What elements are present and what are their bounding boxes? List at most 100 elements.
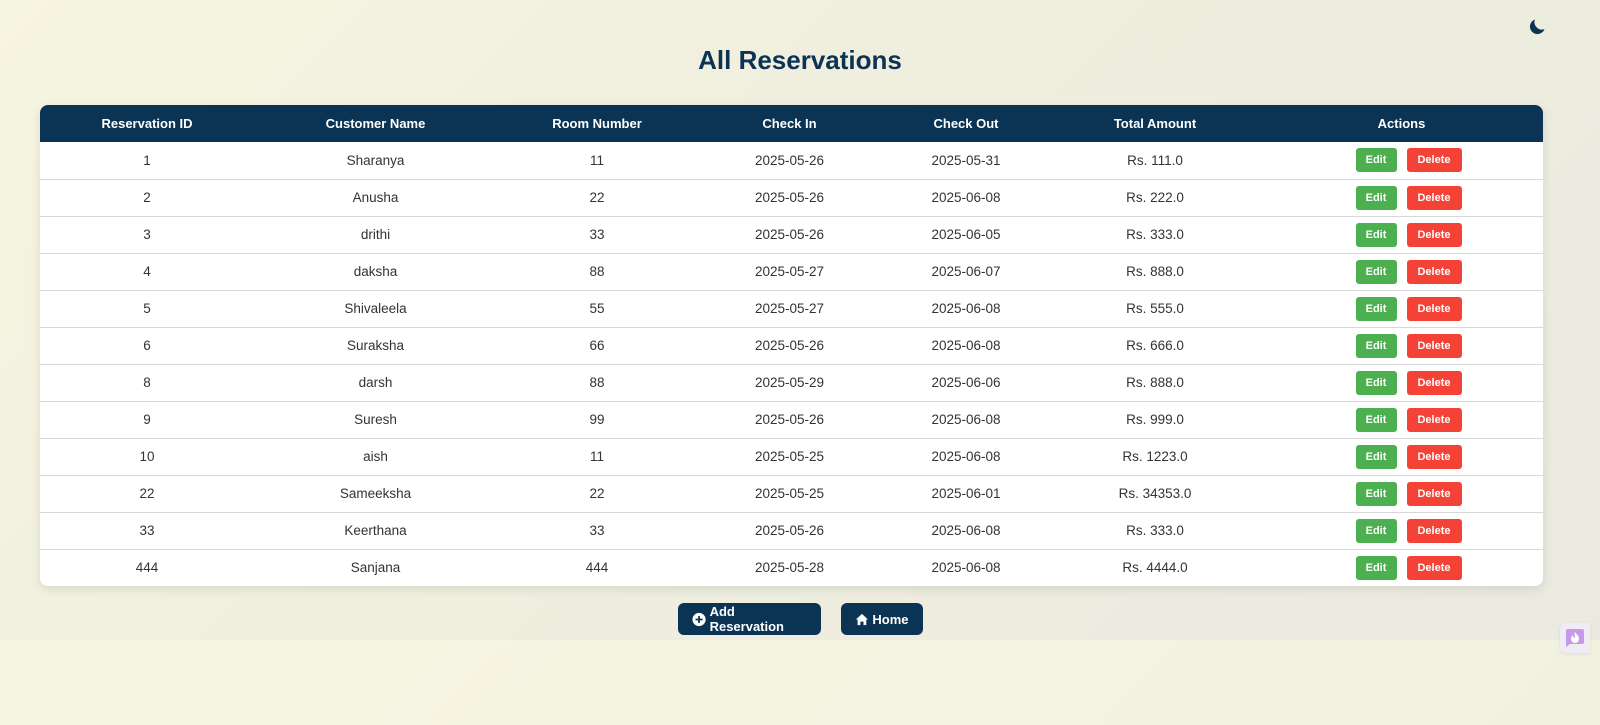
add-reservation-button[interactable]: Add Reservation <box>677 603 821 635</box>
cell-check-in: 2025-05-26 <box>697 400 882 438</box>
delete-button[interactable]: Delete <box>1406 148 1462 173</box>
cell-check-out: 2025-06-08 <box>882 437 1050 475</box>
edit-button[interactable]: Edit <box>1355 222 1397 247</box>
edit-button[interactable]: Edit <box>1355 518 1397 543</box>
cell-total-amount: Rs. 222.0 <box>1050 178 1260 216</box>
cell-reservation-id: 1 <box>143 152 151 168</box>
cell-reservation-id: 22 <box>40 474 254 512</box>
cell-check-in: 2025-05-27 <box>697 289 882 327</box>
reservations-table-card: Reservation ID Customer Name Room Number… <box>40 105 1543 586</box>
cell-room-number: 88 <box>497 252 697 290</box>
cell-total-amount: Rs. 666.0 <box>1050 326 1260 364</box>
cell-total-amount: Rs. 333.0 <box>1050 215 1260 253</box>
table-row: 33 Keerthana 33 2025-05-26 2025-06-08 Rs. 333… <box>40 511 1543 549</box>
cell-room-number: 22 <box>497 474 697 512</box>
cell-check-in: 2025-05-25 <box>697 474 882 512</box>
cell-reservation-id: 5 <box>40 289 254 327</box>
cell-reservation-id: 3 <box>40 215 254 253</box>
cell-actions: Edit Delete <box>1260 289 1543 327</box>
edit-button[interactable]: Edit <box>1355 148 1397 173</box>
table-row: 4 daksha 88 2025-05-27 2025-06-07 Rs. 888.0 Ed… <box>40 252 1543 290</box>
cell-total-amount: Rs. 999.0 <box>1050 400 1260 438</box>
edit-button[interactable]: Edit <box>1355 407 1397 432</box>
cell-total-amount: Rs. 1223.0 <box>1050 437 1260 475</box>
header-check-out: Check Out <box>933 116 999 131</box>
cell-room-number: 99 <box>497 400 697 438</box>
cell-check-in: 2025-05-26 <box>697 178 882 216</box>
edit-button[interactable]: Edit <box>1355 185 1397 210</box>
cell-check-in: 2025-05-26 <box>754 152 825 168</box>
cell-room-number: 88 <box>497 363 697 401</box>
edit-button[interactable]: Edit <box>1355 370 1397 395</box>
table-row: 10 aish 11 2025-05-25 2025-06-08 Rs. 1223.0 Ed… <box>40 437 1543 475</box>
cell-reservation-id: 2 <box>40 178 254 216</box>
cell-check-out: 2025-06-08 <box>882 326 1050 364</box>
cell-actions: Edit Delete <box>1260 548 1543 586</box>
cell-check-in: 2025-05-26 <box>697 511 882 549</box>
cell-room-number: 33 <box>497 511 697 549</box>
cell-customer-name: drithi <box>254 215 497 253</box>
edit-button[interactable]: Edit <box>1355 444 1397 469</box>
cell-actions: Edit Delete <box>1260 437 1543 475</box>
table-row: 22 Sameeksha 22 2025-05-25 2025-06-01 Rs. 343… <box>40 474 1543 512</box>
cell-total-amount: Rs. 888.0 <box>1050 252 1260 290</box>
cell-actions: Edit Delete <box>1260 215 1543 253</box>
add-reservation-label: Add Reservation <box>709 604 784 634</box>
delete-button[interactable]: Delete <box>1406 481 1462 506</box>
table-row: 2 Anusha 22 2025-05-26 2025-06-08 Rs. 222.0 Ed… <box>40 178 1543 216</box>
home-button[interactable]: Home <box>840 603 923 635</box>
delete-button[interactable]: Delete <box>1406 370 1462 395</box>
edit-button[interactable]: Edit <box>1355 333 1397 358</box>
delete-button[interactable]: Delete <box>1406 259 1462 284</box>
cell-check-out: 2025-06-08 <box>882 400 1050 438</box>
cell-check-in: 2025-05-26 <box>697 326 882 364</box>
table-row: 9 Suresh 99 2025-05-26 2025-06-08 Rs. 999.0 Ed… <box>40 400 1543 438</box>
delete-button[interactable]: Delete <box>1406 407 1462 432</box>
delete-button[interactable]: Delete <box>1406 444 1462 469</box>
cell-actions: Edit Delete <box>1260 400 1543 438</box>
cell-reservation-id: 8 <box>40 363 254 401</box>
delete-button[interactable]: Delete <box>1406 518 1462 543</box>
cell-check-out: 2025-06-07 <box>882 252 1050 290</box>
cell-reservation-id: 9 <box>40 400 254 438</box>
cell-reservation-id: 10 <box>40 437 254 475</box>
delete-button[interactable]: Delete <box>1406 185 1462 210</box>
theme-toggle-button[interactable] <box>1524 14 1550 40</box>
edit-button[interactable]: Edit <box>1355 296 1397 321</box>
edit-button[interactable]: Edit <box>1355 555 1397 580</box>
home-label: Home <box>872 611 909 627</box>
cell-total-amount: Rs. 34353.0 <box>1050 474 1260 512</box>
cell-customer-name: daksha <box>254 252 497 290</box>
delete-button[interactable]: Delete <box>1406 555 1462 580</box>
edit-button[interactable]: Edit <box>1355 259 1397 284</box>
bottom-actions: Add Reservation Home <box>0 603 1600 635</box>
plus-circle-icon <box>691 612 706 626</box>
cell-total-amount: Rs. 888.0 <box>1050 363 1260 401</box>
delete-button[interactable]: Delete <box>1406 333 1462 358</box>
cell-total-amount: Rs. 555.0 <box>1050 289 1260 327</box>
chat-flame-icon <box>1566 629 1584 647</box>
header-customer-name: Customer Name <box>325 116 426 131</box>
cell-room-number: 66 <box>497 326 697 364</box>
cell-check-out: 2025-06-08 <box>882 548 1050 586</box>
cell-reservation-id: 444 <box>40 548 254 586</box>
table-row: 6 Suraksha 66 2025-05-26 2025-06-08 Rs. 666.0… <box>40 326 1543 364</box>
cell-check-in: 2025-05-26 <box>697 215 882 253</box>
table-header-row: Reservation ID Customer Name Room Number… <box>40 105 1543 142</box>
page-background-band <box>0 640 1600 725</box>
cell-reservation-id: 6 <box>40 326 254 364</box>
cell-check-out: 2025-06-08 <box>882 511 1050 549</box>
cell-check-out: 2025-06-08 <box>882 289 1050 327</box>
floating-widget-button[interactable] <box>1560 623 1590 653</box>
edit-button[interactable]: Edit <box>1355 481 1397 506</box>
delete-button[interactable]: Delete <box>1406 222 1462 247</box>
cell-actions: Edit Delete <box>1260 142 1543 179</box>
cell-check-in: 2025-05-27 <box>697 252 882 290</box>
cell-total-amount: Rs. 333.0 <box>1050 511 1260 549</box>
delete-button[interactable]: Delete <box>1406 296 1462 321</box>
table-row: 1 Sharanya 11 2025-05-26 2025-05-31 Rs. 111.0… <box>40 142 1543 179</box>
cell-customer-name: Sameeksha <box>254 474 497 512</box>
cell-customer-name: Anusha <box>254 178 497 216</box>
cell-room-number: 55 <box>497 289 697 327</box>
moon-icon <box>1529 19 1545 35</box>
